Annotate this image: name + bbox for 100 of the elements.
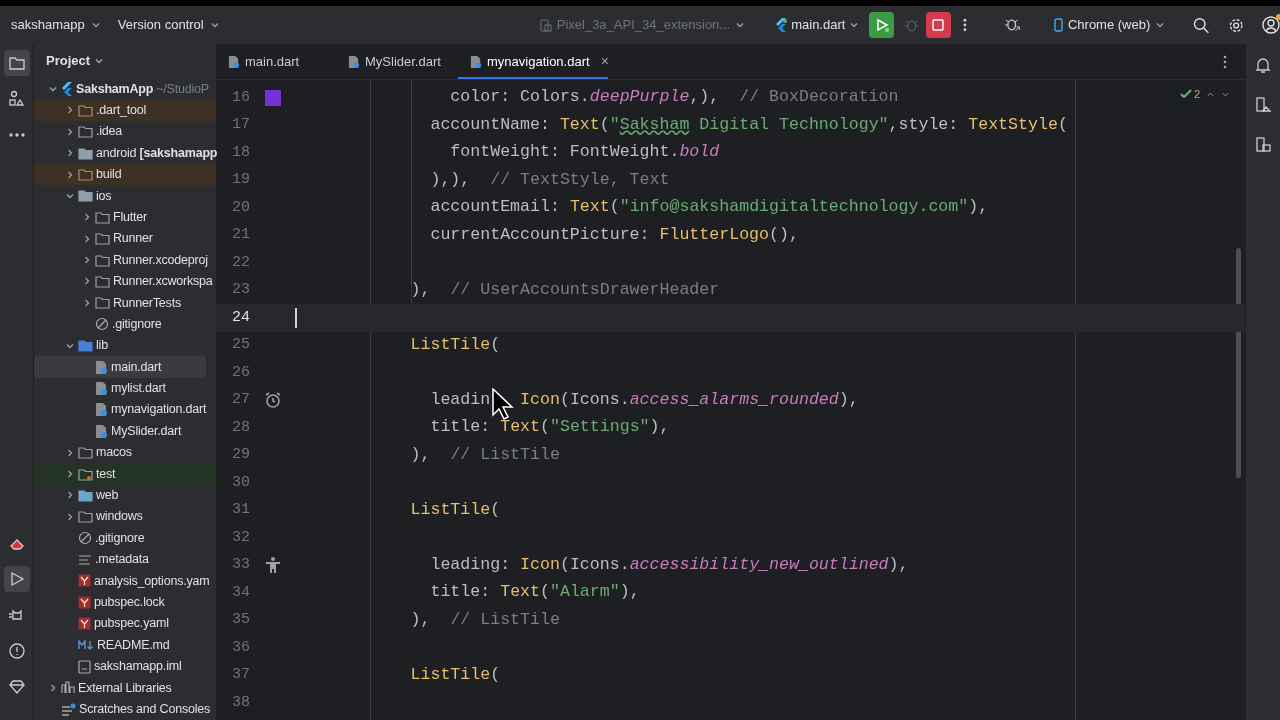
code-line: ListTile( (409, 498, 501, 521)
code-line: accountName: Text("Saksham Digital Technology",style: TextStyle( (429, 113, 1068, 136)
tree-label: External Libraries (78, 679, 172, 697)
yaml-file-icon (78, 574, 91, 588)
code-line: Icon(Icons.access_alarms_rounded), (520, 388, 859, 411)
tree-label: .idea (96, 123, 123, 141)
line-number: 18 (231, 142, 250, 163)
code-line: accountEmail: Text("info@sakshamdigitaltechnology.com"), (429, 196, 989, 219)
line-number: 35 (231, 610, 250, 630)
code-line: ), // ListTile (409, 608, 560, 631)
chevron-right-icon[interactable] (65, 169, 75, 180)
check-icon[interactable] (1180, 89, 1192, 100)
tree-label: .metadata (95, 551, 149, 569)
tree-label: main.dart (111, 358, 162, 376)
line-number: 33 (231, 555, 250, 575)
code-line: ListTile( (409, 663, 501, 686)
chevron-right-icon[interactable] (82, 233, 92, 244)
chevron-right-icon[interactable] (65, 126, 75, 137)
editor-tab[interactable]: main.dart (216, 44, 336, 79)
folder-icon (78, 339, 93, 353)
color-swatch[interactable] (264, 89, 281, 106)
settings-icon[interactable] (1227, 16, 1244, 34)
tree-label: .gitignore (95, 529, 145, 547)
line-number: 20 (231, 197, 250, 218)
tree-label: MySlider.dart (111, 422, 182, 440)
chevron-right-icon[interactable] (82, 212, 92, 223)
chevron-right-icon[interactable] (65, 447, 75, 458)
panel-title[interactable]: Project (46, 51, 91, 71)
dart-file-icon (95, 380, 108, 396)
chevron-right-icon[interactable] (65, 490, 75, 501)
stop-button[interactable] (925, 12, 951, 38)
line-number: 37 (231, 665, 250, 685)
chevron-down-icon[interactable] (1155, 20, 1166, 30)
tree-label: Flutter (113, 208, 148, 226)
line-number: 26 (231, 362, 250, 383)
line-number: 34 (231, 582, 250, 603)
tree-label: .dart_tool (96, 102, 147, 119)
run-configuration[interactable]: main.dart (791, 15, 846, 35)
alarm-clock-icon (263, 391, 282, 410)
yaml-file-icon (78, 595, 91, 609)
line-number: 23 (231, 280, 250, 300)
play-icon (874, 18, 889, 32)
target-selector[interactable]: Chrome (web) (1067, 15, 1151, 35)
run-icon[interactable] (3, 566, 30, 592)
line-number: 27 (231, 390, 250, 410)
chevron-down-icon[interactable] (849, 20, 860, 30)
tree-label: web (96, 487, 119, 504)
vcs-menu[interactable]: Version control (117, 15, 204, 35)
editor-tab[interactable]: MySlider.dart (336, 44, 458, 79)
line-number: 31 (231, 500, 250, 520)
tree-label: Scratches and Consoles (79, 700, 211, 718)
folder-icon (78, 168, 93, 182)
dart-file-icon (348, 54, 360, 69)
folder-icon (95, 210, 110, 224)
tree-label: lib (96, 337, 108, 355)
folder-icon (95, 253, 110, 267)
inspection-count[interactable]: 2 (1194, 86, 1201, 103)
chevron-right-icon[interactable] (82, 255, 92, 266)
ignore-file-icon (95, 317, 109, 332)
chevron-down-icon[interactable] (735, 20, 746, 30)
chevron-down-icon[interactable] (90, 20, 101, 30)
code-line: ),), // TextStyle, Text (429, 168, 670, 191)
tree-label: mylist.dart (111, 380, 166, 398)
chevron-right-icon[interactable] (65, 148, 75, 159)
tree-label: Runner (113, 230, 153, 248)
chevron-right-icon[interactable] (65, 511, 75, 522)
chevron-right-icon[interactable] (82, 297, 92, 308)
chevron-right-icon[interactable] (82, 276, 92, 287)
yaml-file-icon (78, 617, 91, 631)
line-number: 28 (231, 417, 250, 438)
tree-label: .gitignore (112, 315, 162, 333)
more-icon[interactable] (962, 17, 967, 33)
user-icon[interactable] (1262, 16, 1280, 34)
search-icon[interactable] (1193, 16, 1210, 34)
line-number: 38 (231, 692, 250, 713)
tree-label: Runner.xcodeproj (113, 251, 208, 269)
folder-icon (78, 189, 93, 203)
code-line: leadin (429, 388, 491, 411)
markdown-file-icon (78, 640, 94, 651)
person-icon (264, 556, 281, 575)
chevron-right-icon[interactable] (65, 105, 75, 116)
folder-icon (78, 446, 93, 460)
folder-icon (78, 467, 93, 481)
folder-icon (95, 296, 110, 310)
line-number: 17 (231, 115, 250, 135)
close-tab-button[interactable]: × (600, 51, 609, 72)
run-button[interactable] (869, 12, 895, 38)
project-path: ~/StudioP (156, 80, 209, 98)
tree-label: ios (96, 187, 112, 205)
more-icon[interactable] (1223, 54, 1227, 69)
chevron-right-icon[interactable] (48, 682, 58, 693)
project-selector[interactable]: sakshamapp (11, 15, 85, 35)
module-file-icon (78, 659, 91, 674)
folder-icon[interactable] (3, 50, 30, 76)
chevron-right-icon[interactable] (65, 469, 75, 479)
flutter-icon (61, 81, 73, 96)
tree-label: sakshamapp.iml (94, 658, 182, 676)
text-file-icon (78, 553, 92, 566)
chevron-down-icon[interactable] (209, 20, 220, 30)
code-line: title: Text("Alarm"), (429, 581, 640, 604)
